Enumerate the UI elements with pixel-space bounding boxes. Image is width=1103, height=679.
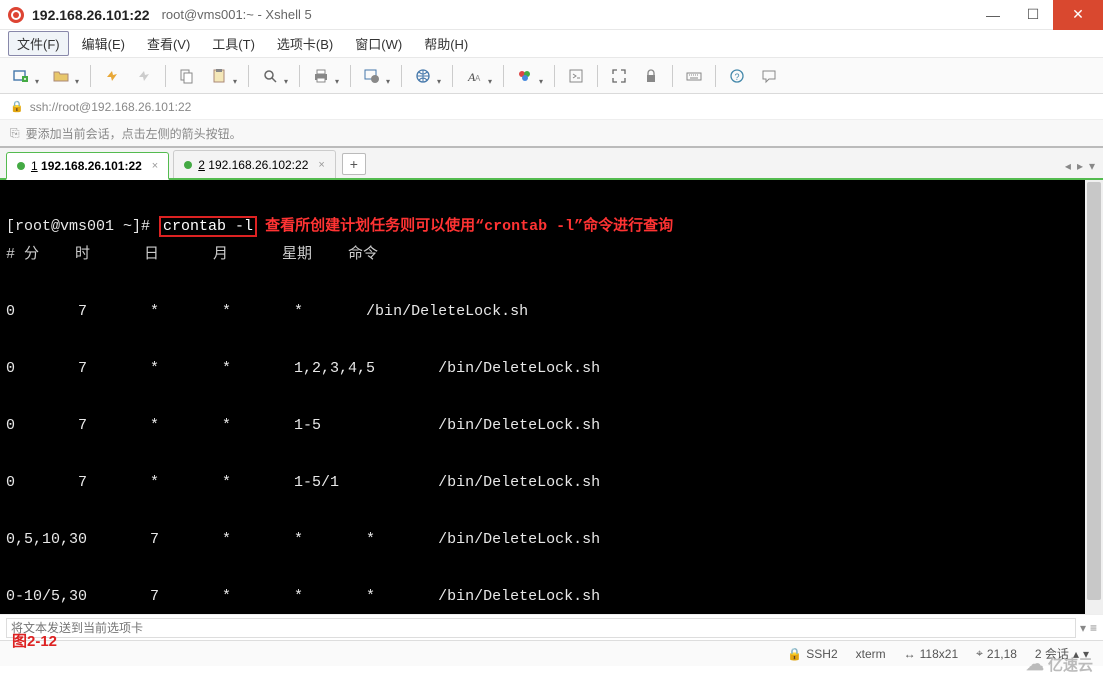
app-icon	[8, 7, 24, 23]
maximize-button[interactable]: ☐	[1013, 0, 1053, 30]
send-dropdown-icon[interactable]: ▾	[1080, 621, 1086, 635]
keyboard-button[interactable]	[681, 63, 707, 89]
arrow-icon[interactable]: ⎘	[10, 126, 20, 141]
tab-nav: ◂ ▸ ▾	[1065, 159, 1103, 173]
scrollbar-thumb[interactable]	[1087, 182, 1101, 600]
paste-button[interactable]	[206, 63, 232, 89]
toolbar-separator	[597, 65, 598, 87]
status-term: xterm	[856, 647, 886, 661]
toolbar-separator	[350, 65, 351, 87]
tab-menu-icon[interactable]: ▾	[1089, 159, 1095, 173]
font-button[interactable]: AA	[461, 63, 487, 89]
terminal-scrollbar[interactable]	[1085, 180, 1103, 614]
minimize-button[interactable]: —	[973, 0, 1013, 30]
cron-line: 0 7 * * 1-5/1 /bin/DeleteLock.sh	[6, 474, 600, 491]
properties-button[interactable]	[359, 63, 385, 89]
send-menu-icon[interactable]: ≡	[1090, 621, 1097, 635]
web-button[interactable]	[410, 63, 436, 89]
toolbar-separator	[554, 65, 555, 87]
session-tabstrip: 1 192.168.26.101:22 × 2 192.168.26.102:2…	[0, 148, 1103, 180]
print-button[interactable]	[308, 63, 334, 89]
find-button[interactable]	[257, 63, 283, 89]
cloud-icon: ☁	[1026, 654, 1044, 675]
status-pos: ⌖21,18	[976, 646, 1017, 661]
command-highlight: crontab -l	[159, 216, 257, 237]
cron-line: 0 7 * * 1,2,3,4,5 /bin/DeleteLock.sh	[6, 360, 600, 377]
toolbar: AA ?	[0, 58, 1103, 94]
terminal[interactable]: [root@vms001 ~]# crontab -l 查看所创建计划任务则可以使…	[0, 180, 1103, 614]
menu-tabs[interactable]: 选项卡(B)	[268, 31, 342, 56]
lock-button[interactable]	[638, 63, 664, 89]
menubar: 文件(F) 编辑(E) 查看(V) 工具(T) 选项卡(B) 窗口(W) 帮助(…	[0, 30, 1103, 58]
open-button[interactable]	[48, 63, 74, 89]
cron-line: 0 7 * * * /bin/DeleteLock.sh	[6, 303, 528, 320]
session-tab-1[interactable]: 1 192.168.26.101:22 ×	[6, 152, 169, 180]
menu-help[interactable]: 帮助(H)	[415, 31, 477, 56]
close-tab-icon[interactable]: ×	[318, 159, 324, 171]
toolbar-separator	[90, 65, 91, 87]
copy-button[interactable]	[174, 63, 200, 89]
tab-prev-icon[interactable]: ◂	[1065, 159, 1071, 173]
session-tab-2[interactable]: 2 192.168.26.102:22 ×	[173, 150, 336, 178]
toolbar-separator	[248, 65, 249, 87]
status-proto: 🔒SSH2	[787, 647, 837, 661]
cron-header: # 分 时 日 月 星期 命令	[6, 246, 378, 263]
svg-text:A: A	[475, 74, 481, 83]
status-size: ↔118x21	[904, 647, 958, 661]
titlebar: 192.168.26.101:22 root@vms001:~ - Xshell…	[0, 0, 1103, 30]
close-button[interactable]: ✕	[1053, 0, 1103, 30]
cron-line: 0,5,10,30 7 * * * /bin/DeleteLock.sh	[6, 531, 600, 548]
figure-label: 图2-12	[12, 630, 57, 651]
menu-view[interactable]: 查看(V)	[138, 31, 199, 56]
reconnect-button[interactable]	[99, 63, 125, 89]
status-dot-icon	[17, 162, 25, 170]
toolbar-separator	[165, 65, 166, 87]
toolbar-separator	[452, 65, 453, 87]
toolbar-separator	[299, 65, 300, 87]
close-tab-icon[interactable]: ×	[152, 160, 158, 172]
status-dot-icon	[184, 161, 192, 169]
add-tab-button[interactable]: +	[342, 153, 366, 175]
send-input[interactable]	[6, 618, 1076, 638]
cron-line: 0-10/5,30 7 * * * /bin/DeleteLock.sh	[6, 588, 600, 605]
watermark: ☁ 亿速云	[1026, 654, 1093, 675]
svg-text:?: ?	[735, 72, 740, 82]
toolbar-separator	[503, 65, 504, 87]
title-subtitle: root@vms001:~ - Xshell 5	[162, 7, 312, 22]
address-bar: 🔒 ssh://root@192.168.26.101:22	[0, 94, 1103, 120]
menu-window[interactable]: 窗口(W)	[346, 31, 411, 56]
toolbar-separator	[401, 65, 402, 87]
toolbar-separator	[672, 65, 673, 87]
new-session-button[interactable]	[8, 63, 34, 89]
menu-tools[interactable]: 工具(T)	[203, 31, 264, 56]
color-button[interactable]	[512, 63, 538, 89]
prompt: [root@vms001 ~]#	[6, 218, 150, 235]
send-bar: 图2-12 ▾ ≡	[0, 614, 1103, 640]
tab-next-icon[interactable]: ▸	[1077, 159, 1083, 173]
hint-bar: ⎘ 要添加当前会话，点击左侧的箭头按钮。	[0, 120, 1103, 148]
help-button[interactable]: ?	[724, 63, 750, 89]
script-button[interactable]	[563, 63, 589, 89]
status-bar: 🔒SSH2 xterm ↔118x21 ⌖21,18 2 会话▴▾	[0, 640, 1103, 666]
lock-icon: 🔒	[10, 100, 24, 113]
fullscreen-button[interactable]	[606, 63, 632, 89]
cron-line: 0 7 * * 1-5 /bin/DeleteLock.sh	[6, 417, 600, 434]
address-text[interactable]: ssh://root@192.168.26.101:22	[30, 100, 192, 114]
message-button[interactable]	[756, 63, 782, 89]
title-host: 192.168.26.101:22	[32, 7, 150, 23]
disconnect-button[interactable]	[131, 63, 157, 89]
toolbar-separator	[715, 65, 716, 87]
annotation: 查看所创建计划任务则可以使用“crontab -l”命令进行查询	[265, 218, 673, 235]
hint-text: 要添加当前会话，点击左侧的箭头按钮。	[26, 125, 242, 142]
menu-edit[interactable]: 编辑(E)	[73, 31, 134, 56]
menu-file[interactable]: 文件(F)	[8, 31, 69, 56]
